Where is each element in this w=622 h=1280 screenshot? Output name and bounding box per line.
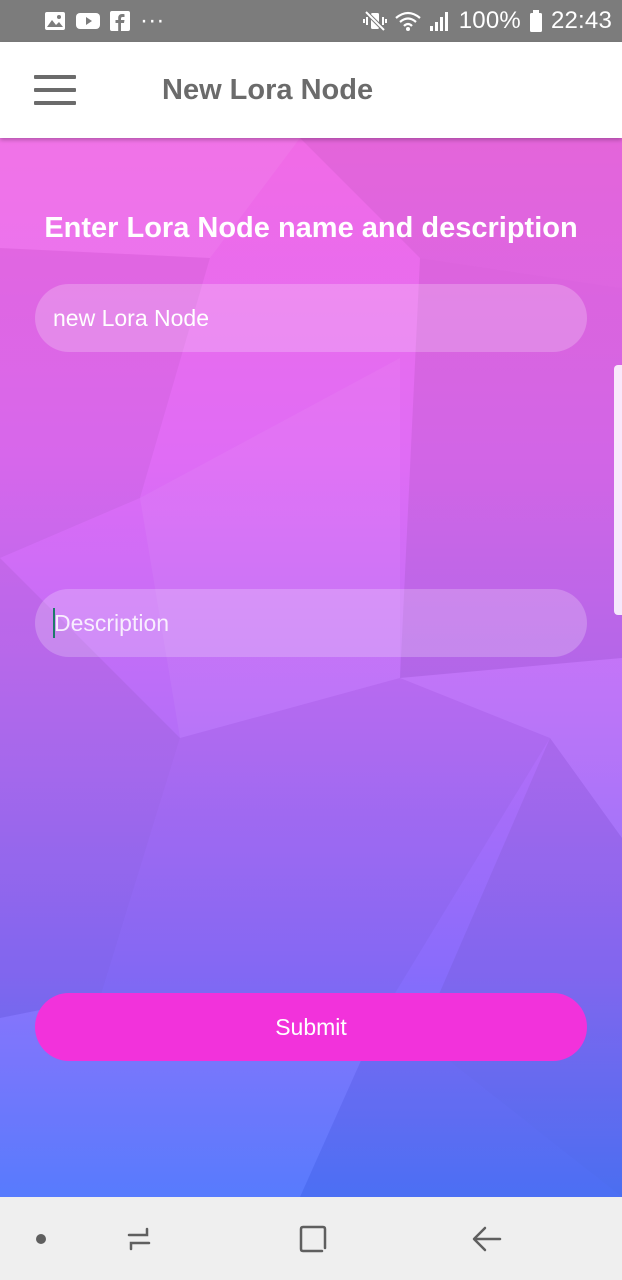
status-bar-system: 100% 22:43 (362, 7, 612, 35)
status-bar-notifications: ··· (44, 7, 165, 35)
more-dots-icon: ··· (140, 7, 165, 34)
recent-apps-icon[interactable] (117, 1217, 161, 1261)
hamburger-menu-icon[interactable] (28, 68, 82, 112)
submit-button-label: Submit (275, 1013, 347, 1040)
navigation-bar (0, 1197, 622, 1280)
battery-percent: 100% (458, 7, 521, 34)
facebook-icon (110, 11, 130, 31)
clock: 22:43 (550, 7, 612, 34)
dot-icon[interactable] (19, 1217, 63, 1261)
page-title: New Lora Node (162, 74, 374, 106)
mute-vibrate-icon (362, 10, 387, 32)
node-name-input[interactable]: new Lora Node (35, 284, 587, 352)
status-bar: ··· 100% 22:43 (0, 0, 622, 42)
node-name-value: new Lora Node (53, 304, 209, 331)
description-input[interactable]: Description (35, 589, 587, 657)
wifi-icon (395, 10, 421, 32)
youtube-icon (76, 12, 100, 30)
battery-icon (529, 10, 543, 32)
instruction-heading: Enter Lora Node name and description (44, 212, 578, 244)
back-icon[interactable] (465, 1217, 509, 1261)
edge-panel-handle[interactable] (614, 365, 622, 615)
main-content: Enter Lora Node name and description new… (0, 138, 622, 1197)
gallery-icon (44, 11, 66, 31)
app-bar: New Lora Node (0, 42, 622, 138)
home-icon[interactable] (291, 1217, 335, 1261)
description-placeholder: Description (54, 609, 170, 636)
signal-icon (429, 10, 451, 32)
submit-button[interactable]: Submit (35, 993, 587, 1061)
